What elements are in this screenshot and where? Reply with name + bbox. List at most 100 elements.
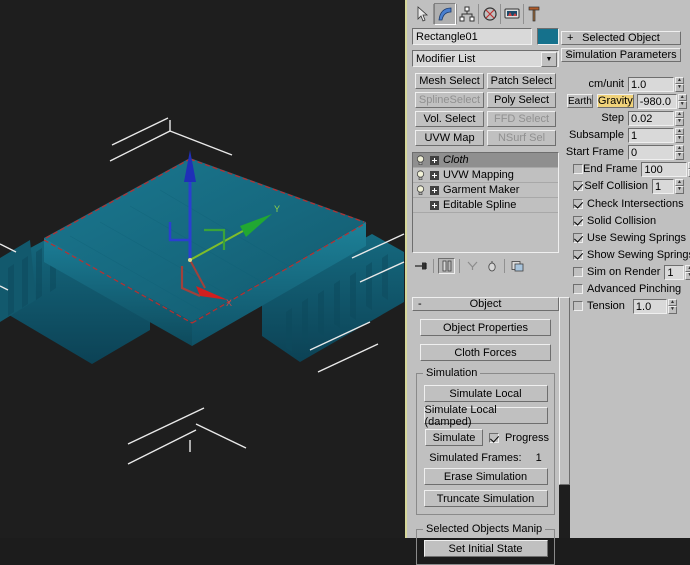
- object-name-field[interactable]: Rectangle01: [412, 28, 532, 45]
- gravity-field[interactable]: -980.0: [636, 93, 677, 109]
- expand-icon[interactable]: [430, 155, 439, 165]
- end-frame-field[interactable]: 100: [641, 161, 688, 177]
- show-sewing-springs-checkbox[interactable]: [573, 250, 583, 260]
- end-frame-row: End Frame 100 ▲▼: [561, 161, 690, 177]
- modifier-list-dropdown[interactable]: Modifier List ▼: [412, 50, 559, 67]
- solid-collision-checkbox[interactable]: [573, 216, 583, 226]
- spinner-arrows[interactable]: ▲▼: [667, 298, 677, 314]
- utilities-tab[interactable]: [523, 2, 545, 25]
- spinner-arrows[interactable]: ▲▼: [675, 76, 684, 92]
- modify-tab[interactable]: [434, 2, 456, 25]
- pin-stack-icon[interactable]: [412, 258, 429, 274]
- object-rollout-header[interactable]: - Object: [412, 297, 559, 311]
- show-sewing-springs-label: Show Sewing Springs: [587, 249, 690, 261]
- end-frame-spinner[interactable]: 100 ▲▼: [641, 161, 690, 177]
- object-properties-button[interactable]: Object Properties: [420, 319, 551, 336]
- cm-per-unit-field[interactable]: 1.0: [628, 76, 674, 92]
- tension-spinner[interactable]: 1.0 ▲ ▼: [632, 298, 677, 314]
- erase-simulation-button[interactable]: Erase Simulation: [423, 468, 548, 485]
- spinner-arrows[interactable]: ▲▼: [675, 127, 684, 143]
- step-spinner[interactable]: 0.02 ▲ ▼: [628, 110, 684, 126]
- hierarchy-tab[interactable]: [456, 2, 479, 25]
- make-unique-icon[interactable]: [464, 258, 481, 274]
- self-collision-spinner[interactable]: 1 ▲ ▼: [652, 178, 684, 194]
- configure-sets-icon[interactable]: [509, 258, 526, 274]
- spinner-arrows[interactable]: ▲▼: [685, 264, 690, 280]
- mesh-select-button[interactable]: Mesh Select: [415, 73, 484, 89]
- gravity-toggle-button[interactable]: Gravity: [596, 94, 634, 108]
- earth-preset-button[interactable]: Earth: [567, 94, 593, 108]
- spline-select-button: SplineSelect: [415, 92, 484, 108]
- uvw-map-button[interactable]: UVW Map: [415, 130, 484, 146]
- light-bulb-icon[interactable]: [416, 169, 425, 181]
- stack-item-label: UVW Mapping: [443, 169, 514, 181]
- gravity-row: Earth Gravity -980.0 ▲ ▼: [561, 93, 687, 109]
- subsample-spinner[interactable]: 1 ▲ ▼: [628, 127, 684, 143]
- truncate-simulation-button[interactable]: Truncate Simulation: [423, 490, 548, 507]
- sim-on-render-row: Sim on Render 1 ▲ ▼: [561, 264, 690, 280]
- motion-tab[interactable]: [479, 2, 501, 25]
- selected-object-rollout-header[interactable]: + Selected Object: [561, 31, 681, 45]
- expand-icon[interactable]: [430, 185, 439, 195]
- light-bulb-icon[interactable]: [416, 184, 425, 196]
- simulate-button[interactable]: Simulate: [425, 429, 483, 446]
- modifier-stack[interactable]: Cloth UVW Mapping Garment Maker Editable…: [412, 152, 559, 253]
- manip-group-caption: Selected Objects Manip: [423, 523, 546, 535]
- chevron-down-icon[interactable]: ▼: [541, 52, 557, 67]
- advanced-pinching-checkbox[interactable]: [573, 284, 583, 294]
- stack-item-label: Cloth: [443, 154, 469, 166]
- simulate-local-button[interactable]: Simulate Local: [423, 385, 548, 402]
- cm-per-unit-spinner[interactable]: 1.0 ▲ ▼: [628, 76, 684, 92]
- remove-modifier-icon[interactable]: [483, 258, 500, 274]
- spinner-arrows[interactable]: ▲▼: [675, 144, 684, 160]
- end-frame-checkbox[interactable]: [573, 164, 583, 174]
- expand-icon[interactable]: [430, 200, 439, 210]
- show-end-result-icon[interactable]: [438, 258, 455, 274]
- create-tab[interactable]: [412, 2, 434, 25]
- light-bulb-icon[interactable]: [416, 154, 425, 166]
- check-intersections-checkbox[interactable]: [573, 199, 583, 209]
- step-row: Step 0.02 ▲ ▼: [561, 110, 684, 126]
- poly-select-button[interactable]: Poly Select: [487, 92, 556, 108]
- tension-checkbox[interactable]: [573, 301, 583, 311]
- patch-select-button[interactable]: Patch Select: [487, 73, 556, 89]
- viewport-3d-scene: Y X: [0, 0, 405, 538]
- vol-select-button[interactable]: Vol. Select: [415, 111, 484, 127]
- spinner-arrows[interactable]: ▲▼: [675, 110, 684, 126]
- display-tab[interactable]: [501, 2, 523, 25]
- stack-item-label: Editable Spline: [443, 199, 517, 211]
- use-sewing-springs-checkbox[interactable]: [573, 233, 583, 243]
- stack-item-cloth[interactable]: Cloth: [413, 153, 558, 168]
- expand-icon[interactable]: [430, 170, 439, 180]
- self-collision-field[interactable]: 1: [652, 178, 674, 194]
- stack-item-editable-spline[interactable]: Editable Spline: [413, 198, 558, 213]
- step-field[interactable]: 0.02: [628, 110, 674, 126]
- set-initial-state-button[interactable]: Set Initial State: [423, 540, 548, 557]
- object-rollout-title: Object: [469, 298, 502, 310]
- solid-collision-row: Solid Collision: [561, 213, 684, 229]
- sim-on-render-field[interactable]: 1: [664, 264, 685, 280]
- progress-checkbox[interactable]: [488, 432, 499, 443]
- advanced-pinching-row: Advanced Pinching: [561, 281, 684, 297]
- stack-item-uvw-mapping[interactable]: UVW Mapping: [413, 168, 558, 183]
- tension-row: Tension 1.0 ▲ ▼: [561, 298, 684, 314]
- cloth-forces-button[interactable]: Cloth Forces: [420, 344, 551, 361]
- start-frame-field[interactable]: 0: [628, 144, 674, 160]
- simulation-parameters-rollout-header[interactable]: - Simulation Parameters: [561, 48, 681, 62]
- stack-item-garment-maker[interactable]: Garment Maker: [413, 183, 558, 198]
- tension-field[interactable]: 1.0: [632, 298, 667, 314]
- sim-on-render-checkbox[interactable]: [573, 267, 583, 277]
- self-collision-checkbox[interactable]: [573, 181, 583, 191]
- start-frame-spinner[interactable]: 0 ▲ ▼: [628, 144, 684, 160]
- object-color-swatch[interactable]: [537, 28, 559, 45]
- subsample-field[interactable]: 1: [628, 127, 674, 143]
- spinner-arrows[interactable]: ▲▼: [677, 93, 687, 109]
- sim-on-render-spinner[interactable]: 1 ▲ ▼: [664, 264, 690, 280]
- check-intersections-row: Check Intersections: [561, 196, 684, 212]
- gravity-spinner[interactable]: -980.0 ▲ ▼: [636, 93, 687, 109]
- spinner-arrows[interactable]: ▲▼: [675, 178, 684, 194]
- toolbar-divider: [459, 259, 460, 273]
- perspective-viewport[interactable]: Y X: [0, 0, 407, 538]
- collapse-sign: -: [418, 298, 422, 310]
- simulate-local-damped-button[interactable]: Simulate Local (damped): [423, 404, 548, 428]
